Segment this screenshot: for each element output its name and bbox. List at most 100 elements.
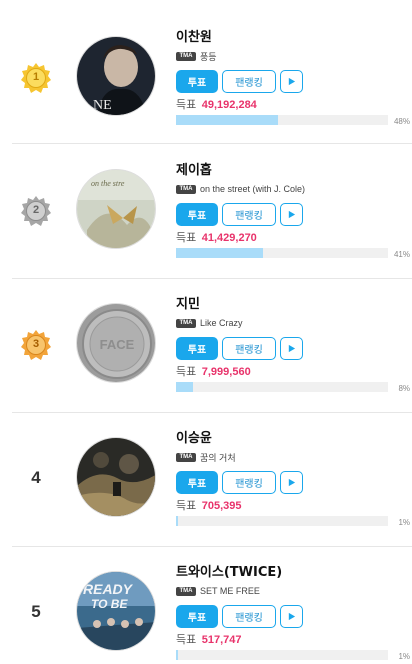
svg-text:READY: READY <box>83 581 134 597</box>
entry-info: 트와이스(TWICE) TMA SET ME FREE 투표 팬랭킹 득표 51… <box>176 565 412 661</box>
row-divider <box>12 143 412 144</box>
play-icon <box>288 478 296 486</box>
vote-button[interactable]: 투표 <box>176 604 218 628</box>
vote-share-fill <box>176 382 193 392</box>
tma-badge: TMA <box>176 51 196 61</box>
votes-count: 41,429,270 <box>201 232 257 244</box>
rank-number: 5 <box>31 602 41 621</box>
ranking-row: 4 이승윤 TMA 꿈의 거처 투표 팬랭킹 득표 705,395 1% <box>0 413 412 547</box>
entry-info: 이찬원 TMA 풍등 투표 팬랭킹 득표 49,192,284 48% <box>176 30 412 126</box>
play-button[interactable] <box>280 470 303 494</box>
artist-name: 이승윤 <box>176 431 212 446</box>
album-cover[interactable]: NE <box>76 36 156 116</box>
artist-name: 트와이스(TWICE) <box>176 565 283 580</box>
votes-row: 득표 7,999,560 <box>176 365 412 379</box>
action-buttons: 투표 팬랭킹 <box>176 202 412 226</box>
album-cover[interactable]: READY TO BE <box>76 571 156 651</box>
artist-name: 지민 <box>176 297 200 312</box>
tma-badge: TMA <box>176 184 196 194</box>
rank-1-medal-icon: 1 <box>20 62 52 94</box>
votes-label: 득표 <box>176 499 197 512</box>
action-buttons: 투표 팬랭킹 <box>176 69 412 93</box>
votes-label: 득표 <box>176 633 197 646</box>
vote-share-fill <box>176 516 179 526</box>
entry-info: 지민 TMA Like Crazy 투표 팬랭킹 득표 7,999,560 8% <box>176 297 412 393</box>
fan-ranking-button[interactable]: 팬랭킹 <box>222 69 276 93</box>
vote-button[interactable]: 투표 <box>176 202 218 226</box>
ranking-row: 1 NE 이찬원 TMA 풍등 투표 팬랭킹 득표 49,192,284 48% <box>0 10 412 144</box>
vote-share-fill <box>176 650 179 660</box>
vote-share-bar <box>176 248 388 258</box>
rank-number: 1 <box>32 71 40 83</box>
song-title: Like Crazy <box>200 318 243 328</box>
song-title: 꿈의 거처 <box>200 452 236 463</box>
svg-text:TO BE: TO BE <box>91 597 128 611</box>
song-row: TMA on the street (with J. Cole) <box>176 182 412 196</box>
tma-badge: TMA <box>176 318 196 328</box>
votes-count: 705,395 <box>201 500 242 512</box>
votes-row: 득표 49,192,284 <box>176 98 412 112</box>
rank-2-medal-icon: 2 <box>20 195 52 227</box>
fan-ranking-button[interactable]: 팬랭킹 <box>222 604 276 628</box>
song-title: 풍등 <box>200 51 217 62</box>
votes-count: 49,192,284 <box>201 99 257 111</box>
play-icon <box>288 344 296 352</box>
artist-name: 이찬원 <box>176 30 212 45</box>
album-cover[interactable] <box>76 437 156 517</box>
play-button[interactable] <box>280 202 303 226</box>
album-cover[interactable]: FACE <box>76 303 156 383</box>
vote-share-fill <box>176 248 263 258</box>
song-row: TMA SET ME FREE <box>176 584 412 598</box>
tma-badge: TMA <box>176 586 196 596</box>
song-row: TMA 풍등 <box>176 49 412 63</box>
votes-count: 7,999,560 <box>201 366 251 378</box>
vote-share-fill <box>176 115 278 125</box>
rank-number: 3 <box>32 338 40 350</box>
album-cover[interactable]: on the stre <box>76 169 156 249</box>
vote-share-bar <box>176 650 388 660</box>
ranking-list: 1 NE 이찬원 TMA 풍등 투표 팬랭킹 득표 49,192,284 48%… <box>0 0 412 664</box>
play-button[interactable] <box>280 336 303 360</box>
play-button[interactable] <box>280 604 303 628</box>
vote-button[interactable]: 투표 <box>176 336 218 360</box>
rank-number: 2 <box>32 204 40 216</box>
play-button[interactable] <box>280 69 303 93</box>
action-buttons: 투표 팬랭킹 <box>176 470 412 494</box>
rank-3-medal-icon: 3 <box>20 329 52 361</box>
ranking-row: 3 FACE 지민 TMA Like Crazy 투표 팬랭킹 득표 7,999… <box>0 279 412 413</box>
votes-label: 득표 <box>176 365 197 378</box>
action-buttons: 투표 팬랭킹 <box>176 336 412 360</box>
ranking-row: 2 on the stre 제이홉 TMA on the street (wit… <box>0 145 412 279</box>
song-row: TMA Like Crazy <box>176 316 412 330</box>
vote-share-percent: 1% <box>398 652 410 661</box>
vote-button[interactable]: 투표 <box>176 69 218 93</box>
vote-share-percent: 48% <box>393 117 410 126</box>
vote-share-percent: 41% <box>393 250 410 259</box>
vote-button[interactable]: 투표 <box>176 470 218 494</box>
vote-share-bar <box>176 516 388 526</box>
play-icon <box>288 77 296 85</box>
votes-count: 517,747 <box>201 634 242 646</box>
song-row: TMA 꿈의 거처 <box>176 450 412 464</box>
song-title: on the street (with J. Cole) <box>200 184 306 194</box>
vote-share-bar <box>176 382 388 392</box>
fan-ranking-button[interactable]: 팬랭킹 <box>222 336 276 360</box>
svg-text:FACE: FACE <box>100 337 135 352</box>
fan-ranking-button[interactable]: 팬랭킹 <box>222 202 276 226</box>
votes-row: 득표 705,395 <box>176 499 412 513</box>
vote-share-percent: 1% <box>398 518 410 527</box>
entry-info: 이승윤 TMA 꿈의 거처 투표 팬랭킹 득표 705,395 1% <box>176 431 412 527</box>
action-buttons: 투표 팬랭킹 <box>176 604 412 628</box>
vote-share-bar <box>176 115 388 125</box>
tma-badge: TMA <box>176 452 196 462</box>
svg-text:NE: NE <box>93 98 112 113</box>
fan-ranking-button[interactable]: 팬랭킹 <box>222 470 276 494</box>
votes-row: 득표 517,747 <box>176 633 412 647</box>
ranking-row: 5 READY TO BE 트와이스(TWICE) TMA SET ME FRE… <box>0 547 412 664</box>
entry-info: 제이홉 TMA on the street (with J. Cole) 투표 … <box>176 163 412 259</box>
vote-share-percent: 8% <box>398 384 410 393</box>
votes-label: 득표 <box>176 98 197 111</box>
votes-label: 득표 <box>176 231 197 244</box>
svg-text:on the stre: on the stre <box>91 179 125 188</box>
artist-name: 제이홉 <box>176 163 212 178</box>
